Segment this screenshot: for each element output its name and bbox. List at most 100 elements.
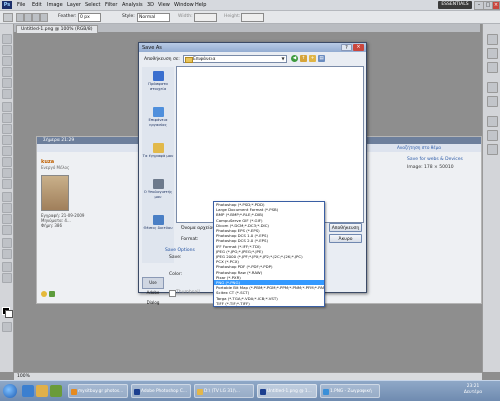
dodge-tool-icon[interactable]	[2, 179, 12, 189]
3d-rotate-tool-icon[interactable]	[2, 238, 12, 248]
documents-icon	[152, 143, 164, 153]
menu-image[interactable]: Image	[47, 2, 63, 8]
taskbar-task-3[interactable]: Untitled-1.png @ 1...	[257, 384, 317, 398]
save-button[interactable]: Αποθήκευση	[329, 223, 362, 232]
help-button[interactable]: ?	[341, 44, 352, 51]
back-icon[interactable]: ◀	[291, 55, 298, 62]
clone-stamp-tool-icon[interactable]	[2, 124, 12, 134]
chevron-down-icon[interactable]: ▼	[280, 56, 286, 62]
height-input[interactable]	[241, 13, 264, 22]
marquee-tool-preset-icon[interactable]	[3, 13, 13, 22]
taskbar-task-4[interactable]: 1.PNG - Ζωγραφική	[320, 384, 380, 398]
document-tab[interactable]: Untitled-1.png @ 100% (RGB/8)	[16, 25, 98, 33]
taskbar-task-1[interactable]: Adobe Photoshop C...	[131, 384, 191, 398]
place-computer[interactable]: Ο Υπολογιστής μου	[142, 179, 174, 199]
dialog-title-bar[interactable]: Save As ? ×	[139, 43, 366, 52]
brush-tool-icon[interactable]	[2, 113, 12, 123]
workspace-essentials-button[interactable]: ESSENTIALS	[438, 1, 472, 9]
lasso-tool-icon[interactable]	[2, 56, 12, 66]
pen-tool-icon[interactable]	[2, 192, 12, 202]
3d-orbit-tool-icon[interactable]	[2, 249, 12, 259]
layers-panel-icon[interactable]	[487, 116, 498, 127]
background-color-swatch[interactable]	[5, 310, 13, 318]
crop-tool-icon[interactable]	[2, 78, 12, 88]
place-computer-label: Ο Υπολογιστής μου	[143, 189, 173, 199]
folder-icon	[197, 389, 203, 395]
options-bar: Feather: 0 px Style: Normal Width: Heigh…	[0, 11, 500, 24]
close-icon[interactable]: ×	[353, 44, 364, 51]
quick-select-tool-icon[interactable]	[2, 67, 12, 77]
taskbar-task-0[interactable]: mysitbuy.gr photos...	[68, 384, 128, 398]
menu-window[interactable]: Window	[174, 2, 194, 8]
styles-panel-icon[interactable]	[487, 62, 498, 73]
path-select-tool-icon[interactable]	[2, 214, 12, 224]
paint-icon	[323, 389, 329, 395]
place-network[interactable]: Θέσεις δικτύου	[142, 215, 174, 231]
marquee-tool-icon[interactable]	[2, 45, 12, 55]
quick-mask-icon[interactable]	[2, 322, 12, 332]
place-documents-label: Τα έγγραφά μου	[142, 153, 174, 158]
taskbar-task-0-label: mysitbuy.gr photos...	[78, 389, 124, 394]
channels-panel-icon[interactable]	[487, 130, 498, 141]
type-tool-icon[interactable]	[2, 203, 12, 213]
thumbnail-checkbox[interactable]	[169, 290, 176, 297]
shape-tool-icon[interactable]	[2, 225, 12, 235]
new-folder-icon[interactable]: +	[309, 55, 316, 62]
history-brush-tool-icon[interactable]	[2, 135, 12, 145]
eraser-tool-icon[interactable]	[2, 146, 12, 156]
add-selection-icon[interactable]	[24, 13, 32, 22]
use-adobe-dialog-button[interactable]: Use Adobe Dialog	[142, 277, 164, 305]
menu-file[interactable]: File	[17, 2, 25, 8]
close-app-button[interactable]: ×	[492, 1, 500, 10]
place-desktop[interactable]: Επιφάνεια εργασίας	[142, 107, 174, 127]
taskbar-task-1-label: Adobe Photoshop C...	[141, 389, 187, 394]
start-button-icon[interactable]	[3, 384, 17, 398]
healing-tool-icon[interactable]	[2, 102, 12, 112]
menu-bar: Ps File Edit Image Layer Select Filter A…	[0, 0, 500, 11]
blur-tool-icon[interactable]	[2, 168, 12, 178]
menu-layer[interactable]: Layer	[67, 2, 81, 8]
menu-select[interactable]: Select	[85, 2, 100, 8]
explorer-pinned-icon[interactable]	[36, 385, 48, 397]
new-selection-icon[interactable]	[16, 13, 24, 22]
file-name-label: Όνομα αρχείου:	[181, 226, 217, 231]
views-menu-icon[interactable]: ▤	[318, 55, 325, 62]
menu-view[interactable]: View	[158, 2, 170, 8]
file-list[interactable]	[176, 66, 364, 223]
masks-panel-icon[interactable]	[487, 96, 498, 107]
place-recent-label: Πρόσφατα στοιχεία	[148, 81, 168, 91]
adjustments-panel-icon[interactable]	[487, 82, 498, 93]
look-in-select[interactable]: Επιφάνεια	[183, 55, 287, 63]
cancel-button[interactable]: Άκυρο	[329, 234, 362, 243]
taskbar-task-2[interactable]: D:\ (TV LG 31)\...	[194, 384, 254, 398]
hand-tool-icon[interactable]	[2, 262, 12, 272]
style-select[interactable]: Normal	[137, 13, 170, 22]
media-pinned-icon[interactable]	[50, 385, 62, 397]
save-options-color-label: Color:	[169, 272, 183, 277]
subtract-selection-icon[interactable]	[32, 13, 40, 22]
gradient-tool-icon[interactable]	[2, 157, 12, 167]
canvas-post-date: Σήμερα 21:29	[43, 138, 75, 143]
format-option[interactable]: TIFF (*.TIF;*.TIFF)	[214, 301, 324, 306]
zoom-level[interactable]: 100%	[17, 374, 30, 379]
ie-pinned-icon[interactable]	[22, 385, 34, 397]
move-tool-icon[interactable]	[2, 34, 12, 44]
place-documents[interactable]: Τα έγγραφά μου	[142, 143, 174, 159]
paths-panel-icon[interactable]	[487, 144, 498, 155]
swatches-panel-icon[interactable]	[487, 48, 498, 59]
system-clock[interactable]: 23:21 Δευτέρα	[450, 384, 496, 396]
menu-analysis[interactable]: Analysis	[122, 2, 143, 8]
menu-filter[interactable]: Filter	[105, 2, 117, 8]
place-recent[interactable]: Πρόσφατα στοιχεία	[142, 71, 174, 91]
zoom-tool-icon[interactable]	[2, 273, 12, 283]
taskbar-task-2-label: D:\ (TV LG 31)\...	[204, 389, 240, 394]
eyedropper-tool-icon[interactable]	[2, 89, 12, 99]
color-panel-icon[interactable]	[487, 34, 498, 45]
feather-input[interactable]: 0 px	[78, 13, 101, 22]
menu-edit[interactable]: Edit	[32, 2, 42, 8]
menu-3d[interactable]: 3D	[147, 2, 154, 8]
intersect-selection-icon[interactable]	[40, 13, 48, 22]
up-folder-icon[interactable]: ↑	[300, 55, 307, 62]
width-input[interactable]	[194, 13, 217, 22]
menu-help[interactable]: Help	[195, 2, 206, 8]
